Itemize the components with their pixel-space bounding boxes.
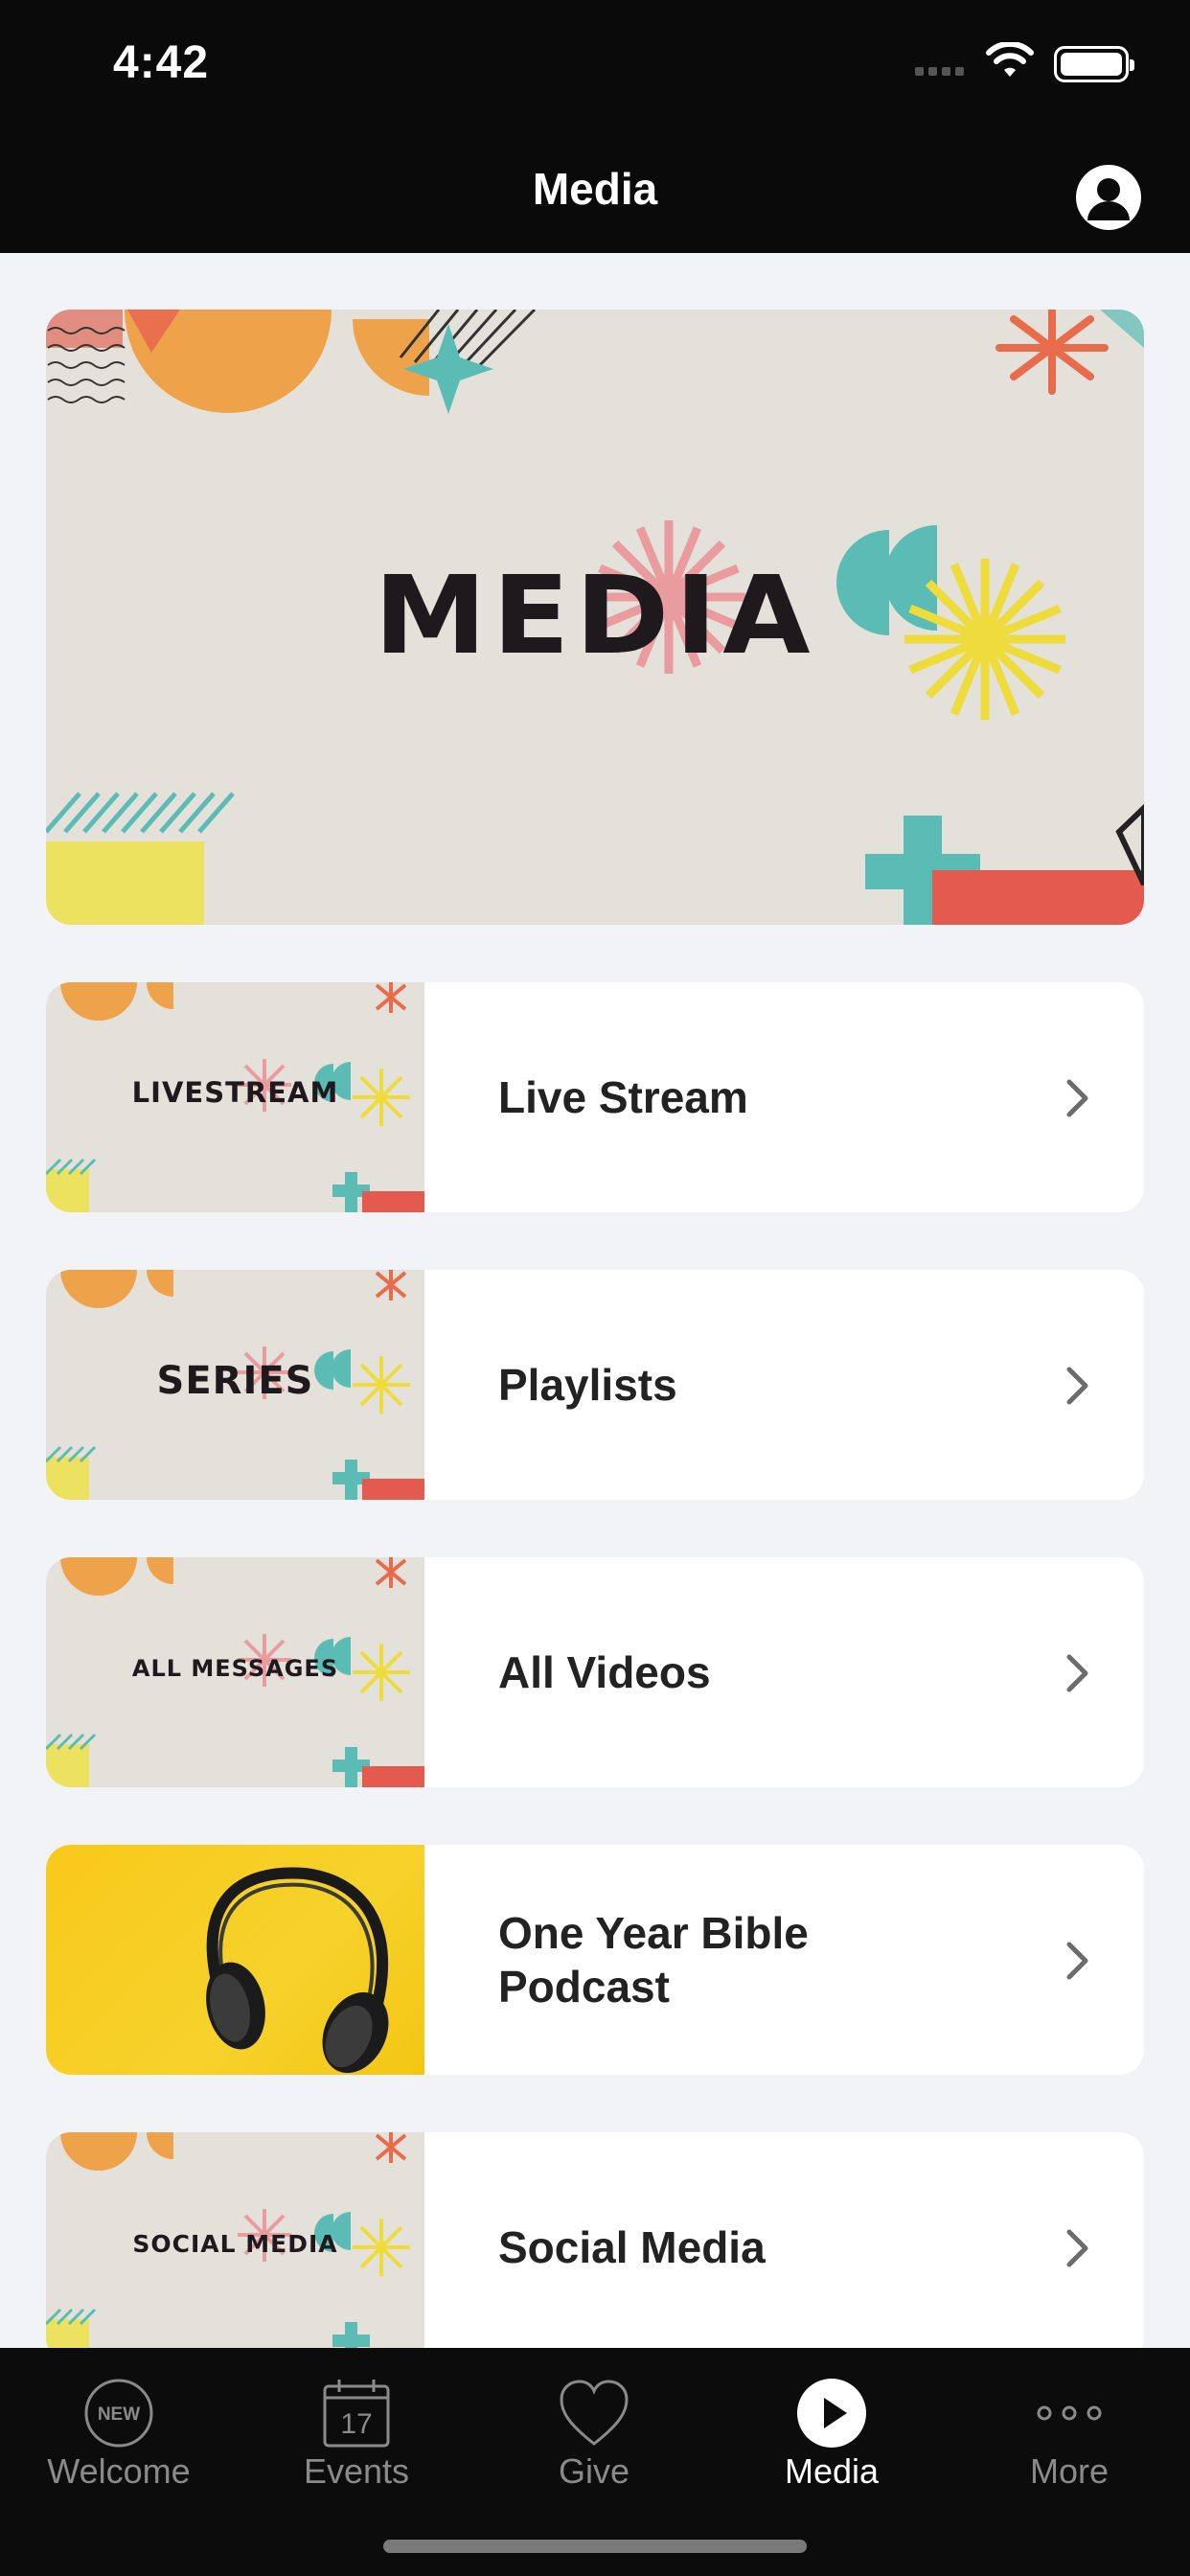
navigation-bar: Media	[0, 126, 1190, 253]
status-time: 4:42	[113, 37, 210, 88]
calendar-day: 17	[340, 2408, 372, 2440]
tab-label: Welcome	[47, 2451, 191, 2491]
tab-events[interactable]: 17 Events	[238, 2348, 475, 2520]
list-item-label: Social Media	[498, 2222, 766, 2272]
tab-label: Give	[558, 2451, 630, 2491]
heart-icon	[560, 2380, 629, 2446]
thumbnail-social-media: SOCIAL MEDIA	[46, 2132, 424, 2362]
thumbnail-title: ALL MESSAGES	[131, 1655, 339, 1682]
status-bar: 4:42	[0, 0, 1190, 126]
list-item-playlists[interactable]: SERIES Playlists	[46, 1270, 1144, 1500]
calendar-icon: 17	[323, 2380, 390, 2448]
tab-label: More	[1029, 2451, 1110, 2491]
media-hero-banner[interactable]: MEDIA	[46, 310, 1144, 925]
thumbnail-all-messages: ALL MESSAGES	[46, 1557, 424, 1787]
thumbnail-title: LIVESTREAM	[131, 1076, 339, 1109]
list-item-label: Playlists	[498, 1360, 677, 1410]
chevron-right-icon	[1066, 1654, 1088, 1692]
chevron-right-icon	[1066, 2229, 1088, 2267]
tab-more[interactable]: More	[950, 2348, 1188, 2520]
tab-label: Media	[784, 2451, 880, 2491]
profile-button[interactable]	[1076, 165, 1141, 230]
more-icon	[1037, 2405, 1102, 2421]
chevron-right-icon	[1066, 1942, 1088, 1980]
thumbnail-series: SERIES	[46, 1270, 424, 1500]
new-badge-icon: NEW	[84, 2379, 153, 2448]
list-item-one-year-bible-podcast[interactable]: One Year Bible Podcast	[46, 1845, 1144, 2075]
battery-icon	[1054, 46, 1134, 82]
chevron-right-icon	[1066, 1367, 1088, 1405]
list-item-label: All Videos	[498, 1647, 711, 1697]
list-item-live-stream[interactable]: LIVESTREAM Live Stream	[46, 982, 1144, 1212]
tab-welcome[interactable]: NEW Welcome	[0, 2348, 238, 2520]
wifi-icon	[986, 42, 1034, 77]
thumbnail-headphones	[46, 1845, 424, 2075]
home-indicator[interactable]	[383, 2540, 807, 2553]
chevron-right-icon	[1066, 1079, 1088, 1117]
user-icon	[1087, 178, 1130, 220]
tab-media[interactable]: Media	[713, 2348, 950, 2520]
thumbnail-livestream: LIVESTREAM	[46, 982, 424, 1212]
play-icon	[797, 2379, 866, 2448]
headphones-icon	[206, 1867, 389, 2074]
thumbnail-title: SERIES	[156, 1359, 314, 1403]
page-title: Media	[532, 164, 658, 214]
list-item-all-videos[interactable]: ALL MESSAGES All Videos	[46, 1557, 1144, 1787]
tab-label: Events	[303, 2451, 410, 2491]
list-item-social-media[interactable]: SOCIAL MEDIA Social Media	[46, 2132, 1144, 2362]
thumbnail-title: SOCIAL MEDIA	[132, 2230, 338, 2258]
tab-give[interactable]: Give	[475, 2348, 713, 2520]
list-item-label: One Year Bible Podcast	[498, 1908, 809, 2012]
list-item-label: Live Stream	[498, 1072, 748, 1122]
new-badge-text: NEW	[98, 2404, 140, 2425]
cellular-signal-icon	[915, 67, 964, 76]
hero-title: MEDIA	[374, 552, 816, 678]
